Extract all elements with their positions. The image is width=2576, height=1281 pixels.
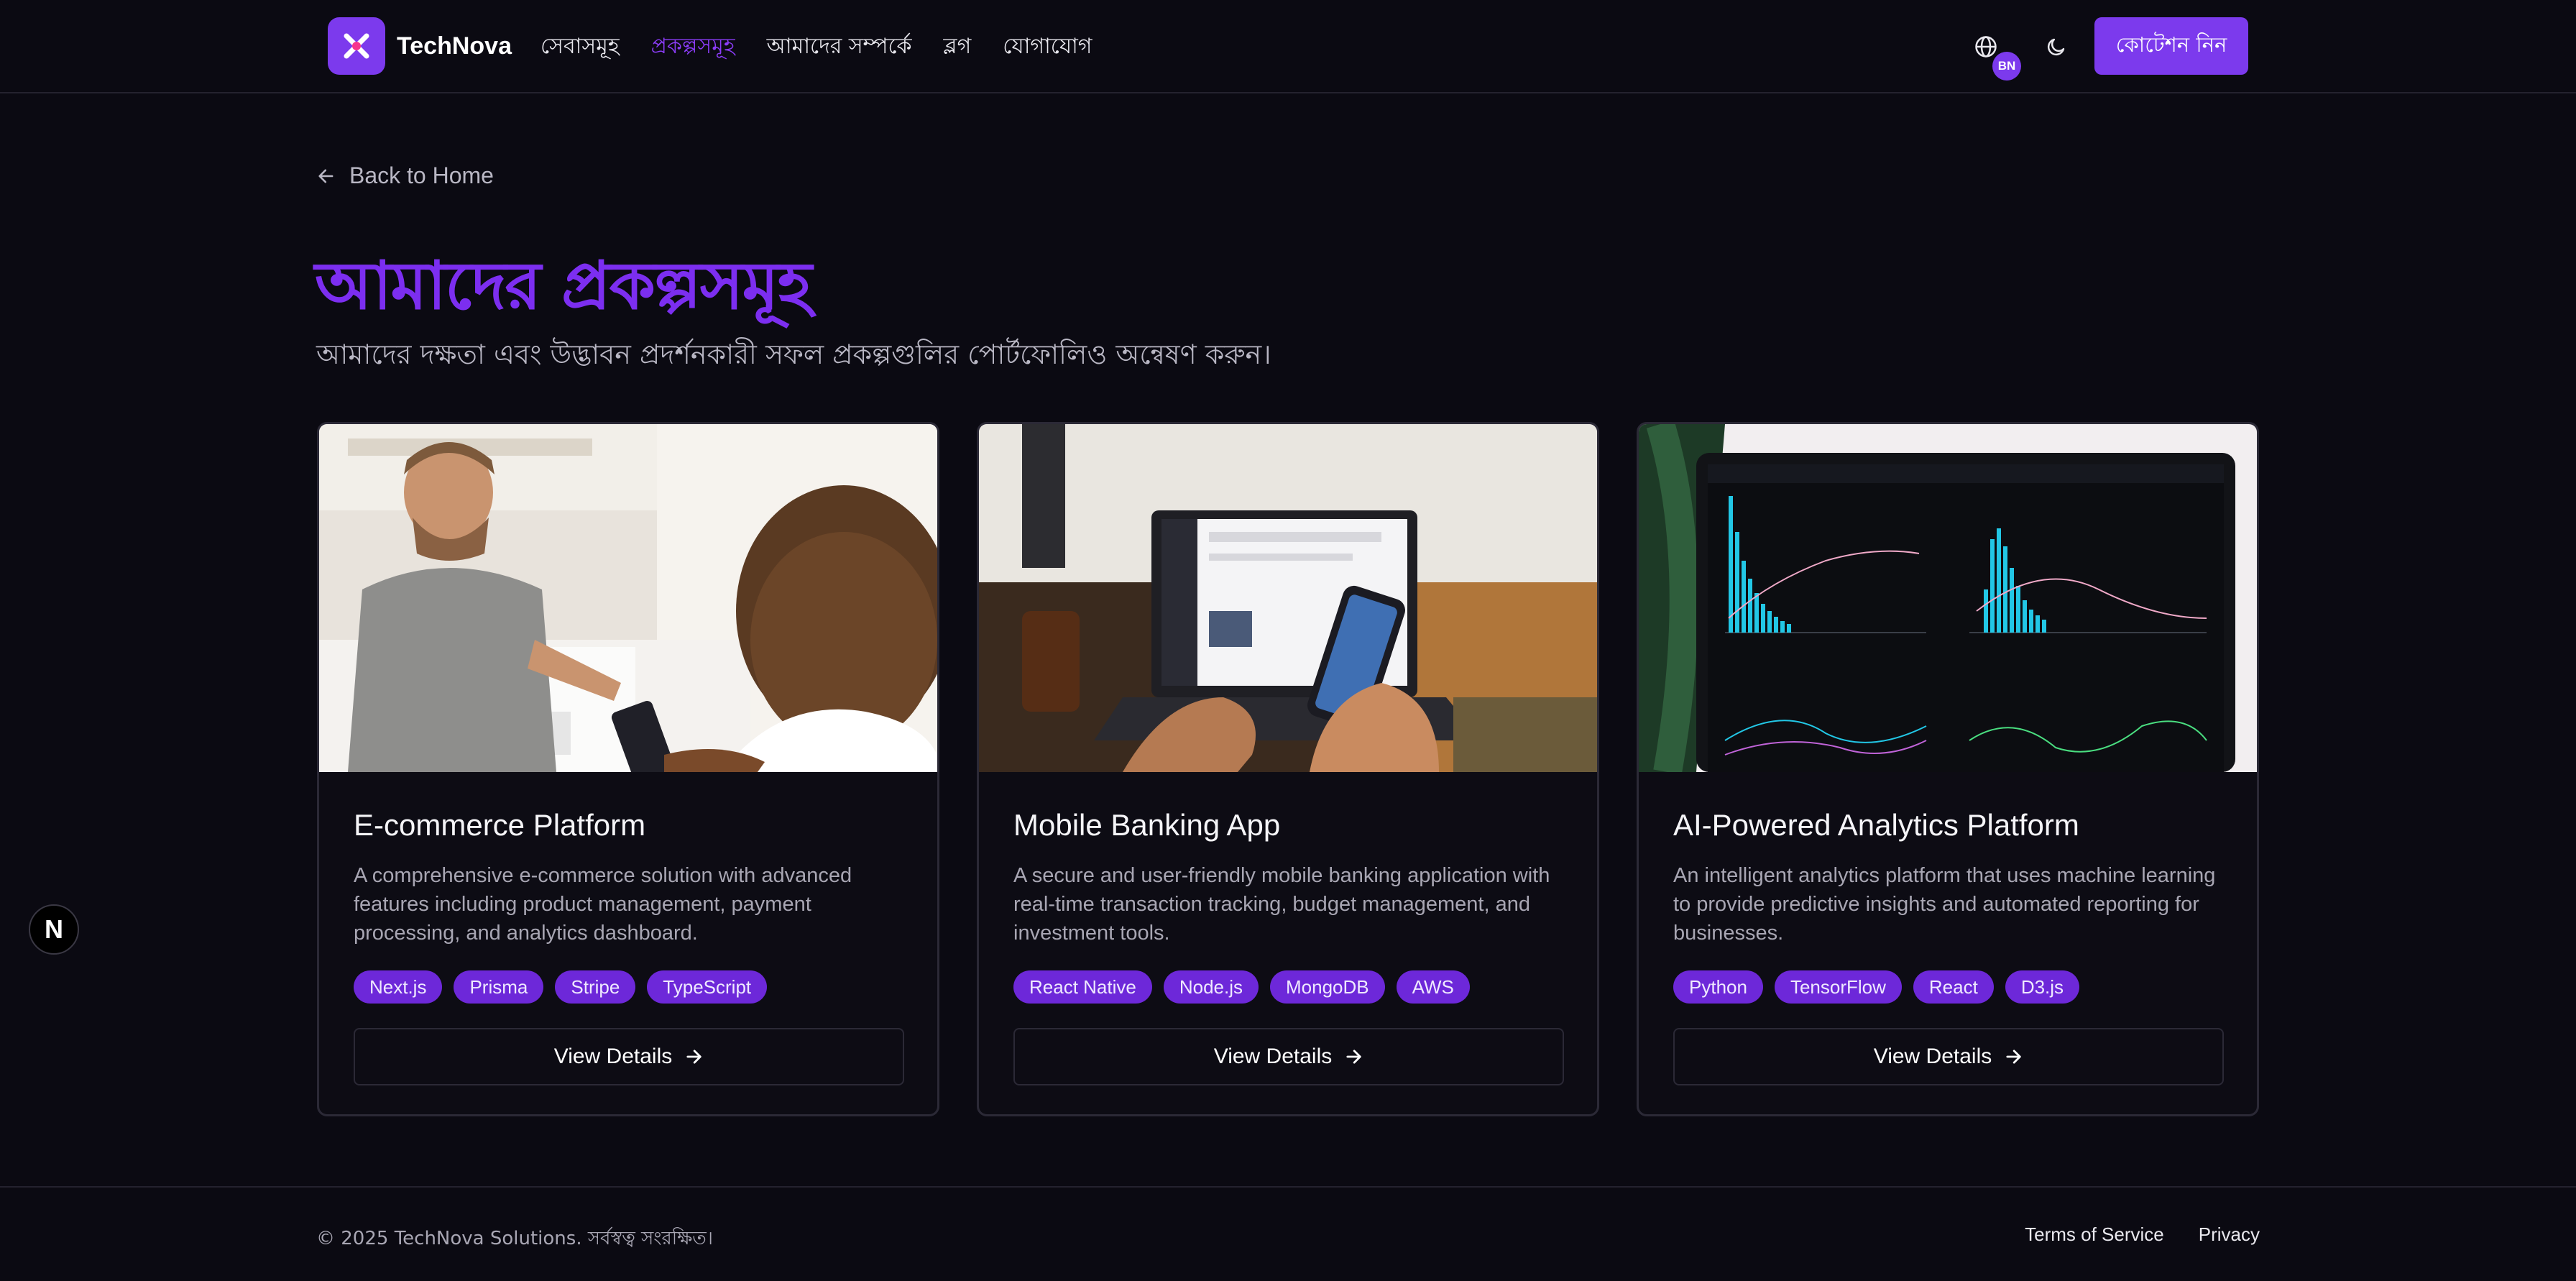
site-footer: © 2025 TechNova Solutions. সর্বস্বত্ব সং… [0,1186,2576,1281]
project-tags: React Native Node.js MongoDB AWS [1013,970,1563,1004]
project-image-analytics [1639,424,2257,772]
tech-tag: Next.js [354,970,443,1004]
nav-item-contact[interactable]: যোগাযোগ [1003,29,1092,65]
view-details-label: View Details [1873,1044,1992,1068]
project-description: An intelligent analytics platform that u… [1673,864,2216,945]
language-badge[interactable]: BN [1992,52,2021,81]
arrow-right-icon [2006,1050,2021,1064]
tech-tag: React Native [1013,970,1152,1004]
view-details-label: View Details [553,1044,673,1068]
tech-tag: D3.js [2005,970,2080,1004]
tech-tag: MongoDB [1270,970,1385,1004]
tech-tag: Prisma [454,970,544,1004]
page-subtitle: আমাদের দক্ষতা এবং উদ্ভাবন প্রদর্শনকারী স… [316,339,1271,370]
nav-item-services[interactable]: সেবাসমূহ [540,29,620,65]
project-card: AI-Powered Analytics Platform An intelli… [1637,422,2259,1116]
back-to-home-link[interactable]: Back to Home [316,162,494,189]
tech-tag: Stripe [555,970,636,1004]
nav-item-blog[interactable]: ব্লগ [944,29,972,65]
project-tags: Python TensorFlow React D3.js [1673,970,2222,1004]
project-title: AI-Powered Analytics Platform [1673,808,2079,842]
project-title: E-commerce Platform [354,808,646,842]
terms-of-service-link[interactable]: Terms of Service [2025,1223,2164,1246]
project-title: Mobile Banking App [1013,808,1281,842]
tech-tag: TensorFlow [1774,970,1902,1004]
brand-name: TechNova [397,32,512,60]
main-nav: সেবাসমূহ প্রকল্পসমূহ আমাদের সম্পর্কে ব্ল… [540,29,1092,65]
project-description: A comprehensive e-commerce solution with… [354,864,852,945]
site-header: TechNova সেবাসমূহ প্রকল্পসমূহ আমাদের সম্… [0,0,2576,93]
tech-tag: Node.js [1163,970,1259,1004]
nav-item-about[interactable]: আমাদের সম্পর্কে [767,29,912,65]
arrow-right-icon [686,1050,702,1064]
projects-grid: E-commerce Platform A comprehensive e-co… [317,422,2259,1116]
project-image-ecommerce [319,424,937,772]
view-details-button[interactable]: View Details [1013,1028,1564,1085]
logo-icon [328,17,385,75]
arrow-right-icon [1346,1050,1361,1064]
moon-icon [2047,38,2065,56]
page-title: আমাদের প্রকল্পসমূহ [315,247,812,324]
project-description: A secure and user-friendly mobile bankin… [1013,864,1550,945]
tech-tag: Python [1673,970,1763,1004]
view-details-button[interactable]: View Details [354,1028,904,1085]
tech-tag: TypeScript [647,970,768,1004]
project-image-banking [979,424,1597,772]
view-details-label: View Details [1213,1044,1333,1068]
get-quote-button[interactable]: কোটেশন নিন [2094,17,2248,75]
project-tags: Next.js Prisma Stripe TypeScript [354,970,903,1004]
tech-tag: React [1913,970,1994,1004]
nav-item-projects[interactable]: প্রকল্পসমূহ [651,29,735,65]
copyright-text: © 2025 TechNova Solutions. সর্বস্বত্ব সং… [316,1228,714,1249]
arrow-left-icon [318,169,334,183]
back-link-label: Back to Home [349,162,494,188]
footer-links: Terms of Service Privacy [2025,1223,2260,1246]
project-card: Mobile Banking App A secure and user-fri… [977,422,1599,1116]
nextjs-dev-indicator[interactable]: N [29,904,79,955]
globe-icon [1975,36,1997,58]
brand-logo-link[interactable]: TechNova [328,17,512,75]
privacy-link[interactable]: Privacy [2199,1223,2260,1246]
view-details-button[interactable]: View Details [1673,1028,2224,1085]
project-card: E-commerce Platform A comprehensive e-co… [317,422,939,1116]
tech-tag: AWS [1396,970,1470,1004]
theme-toggle-button[interactable] [2040,30,2073,63]
